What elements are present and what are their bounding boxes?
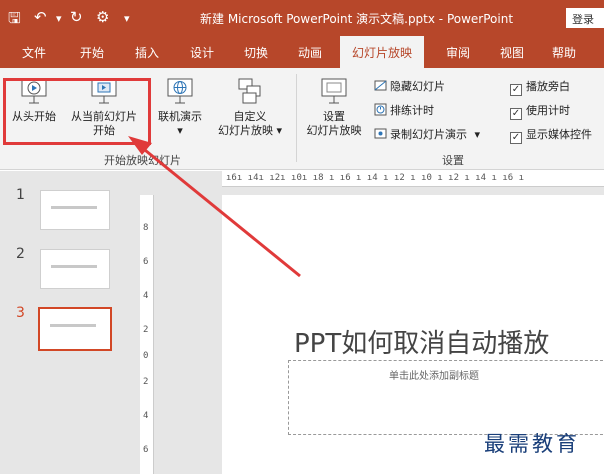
title-bar: 🖫 ↶ ▾ ↻ ⚙ ▾ 新建 Microsoft PowerPoint 演示文稿… bbox=[0, 0, 604, 36]
rehearse-timings-button[interactable]: 排练计时 bbox=[374, 102, 434, 118]
tab-home[interactable]: 开始 bbox=[80, 44, 104, 61]
thumbnail-text-line bbox=[51, 206, 97, 209]
tab-design[interactable]: 设计 bbox=[190, 44, 214, 61]
slide-title[interactable]: PPT如何取消自动播放 bbox=[294, 323, 549, 360]
present-online-label: 联机演示 bbox=[158, 110, 202, 123]
ribbon-tabs: 文件 开始 插入 设计 切换 动画 幻灯片放映 审阅 视图 帮助 bbox=[0, 36, 604, 68]
tab-file[interactable]: 文件 bbox=[22, 44, 46, 61]
play-narrations-checkbox[interactable]: ✓ 播放旁白 bbox=[510, 78, 570, 96]
thumbnail-number: 1 bbox=[16, 187, 25, 203]
record-icon bbox=[374, 128, 387, 139]
present-online-chevron: ▾ bbox=[177, 124, 183, 137]
tab-help[interactable]: 帮助 bbox=[552, 44, 576, 61]
thumbnail-number: 2 bbox=[16, 246, 25, 262]
subtitle-placeholder-text: 单击此处添加副标题 bbox=[389, 371, 479, 382]
tab-animations[interactable]: 动画 bbox=[298, 44, 322, 61]
custom-show-icon bbox=[238, 78, 261, 104]
watermark-logo: 最需教育 bbox=[484, 432, 580, 456]
undo-icon[interactable]: ↶ bbox=[34, 8, 47, 26]
slide-thumbnail-3[interactable] bbox=[38, 307, 112, 351]
custom-chevron: ▾ bbox=[276, 124, 283, 137]
more-icon[interactable]: ▾ bbox=[124, 12, 130, 25]
globe-projector-icon bbox=[167, 78, 193, 104]
record-chevron[interactable]: ▾ bbox=[475, 128, 481, 141]
highlight-annotation-box bbox=[3, 78, 151, 145]
signin-button[interactable]: 登录 bbox=[566, 8, 604, 28]
vertical-ruler: 8 6 4 2 0 2 4 6 bbox=[140, 195, 154, 474]
horizontal-ruler: ı6ı ı4ı ı2ı ı0ı ı8 ı ı6 ı ı4 ı ı2 ı ı0 ı… bbox=[222, 171, 604, 187]
ruler-tick: 4 bbox=[143, 411, 149, 421]
hide-slide-label: 隐藏幻灯片 bbox=[390, 80, 445, 93]
tab-insert[interactable]: 插入 bbox=[135, 44, 159, 61]
tab-review[interactable]: 审阅 bbox=[446, 44, 470, 61]
thumbnail-text-line bbox=[50, 324, 96, 327]
ruler-tick: 4 bbox=[143, 291, 149, 301]
setup-label-1: 设置 bbox=[323, 110, 345, 123]
ruler-tick: 6 bbox=[143, 445, 149, 455]
use-timings-checkbox[interactable]: ✓ 使用计时 bbox=[510, 102, 570, 120]
slide-thumbnail-1[interactable] bbox=[40, 190, 110, 230]
save-icon[interactable]: 🖫 bbox=[8, 8, 21, 33]
checkbox-checked-icon[interactable]: ✓ bbox=[510, 132, 522, 144]
present-online-button[interactable]: 联机演示 ▾ bbox=[152, 76, 208, 138]
customize-icon[interactable]: ⚙ bbox=[96, 8, 109, 26]
ruler-tick: 6 bbox=[143, 257, 149, 267]
ruler-tick: 8 bbox=[143, 223, 149, 233]
slide-thumbnail-pane: 1 2 3 bbox=[0, 171, 134, 474]
group-divider bbox=[296, 74, 297, 162]
group-label-start-show: 开始放映幻灯片 bbox=[104, 154, 181, 167]
checkbox-checked-icon[interactable]: ✓ bbox=[510, 108, 522, 120]
ruler-tick: 2 bbox=[143, 325, 149, 335]
show-media-controls-checkbox[interactable]: ✓ 显示媒体控件 bbox=[510, 126, 592, 144]
subtitle-placeholder-box[interactable]: 单击此处添加副标题 bbox=[288, 360, 604, 435]
thumbnail-text-line bbox=[51, 265, 97, 268]
ruler-tick: 2 bbox=[143, 377, 149, 387]
tab-slide-show[interactable]: 幻灯片放映 bbox=[340, 36, 425, 68]
use-timings-label: 使用计时 bbox=[526, 104, 570, 117]
tab-view[interactable]: 视图 bbox=[500, 44, 524, 61]
record-slide-show-button[interactable]: 录制幻灯片演示 ▾ bbox=[374, 126, 480, 142]
hide-slide-button[interactable]: 隐藏幻灯片 bbox=[374, 78, 445, 94]
ruler-tick: 0 bbox=[143, 351, 149, 361]
thumbnail-number: 3 bbox=[16, 305, 25, 321]
custom-label-2: 幻灯片放映 bbox=[217, 124, 273, 137]
show-media-controls-label: 显示媒体控件 bbox=[526, 128, 592, 141]
group-label-setup: 设置 bbox=[442, 154, 464, 167]
rehearse-label: 排练计时 bbox=[390, 104, 434, 117]
play-narrations-label: 播放旁白 bbox=[526, 80, 570, 93]
redo-icon[interactable]: ↻ bbox=[70, 8, 83, 26]
setup-label-2: 幻灯片放映 bbox=[306, 124, 362, 137]
clock-icon bbox=[374, 103, 387, 116]
undo-dropdown-icon[interactable]: ▾ bbox=[56, 12, 62, 25]
record-label: 录制幻灯片演示 bbox=[390, 128, 467, 141]
hide-slide-icon bbox=[374, 80, 387, 91]
custom-slide-show-button[interactable]: 自定义 幻灯片放映 ▾ bbox=[212, 76, 288, 138]
setup-projector-icon bbox=[321, 78, 347, 104]
window-title: 新建 Microsoft PowerPoint 演示文稿.pptx - Powe… bbox=[200, 12, 514, 26]
slide-thumbnail-2[interactable] bbox=[40, 249, 110, 289]
checkbox-checked-icon[interactable]: ✓ bbox=[510, 84, 522, 96]
tab-transitions[interactable]: 切换 bbox=[244, 44, 268, 61]
set-up-slide-show-button[interactable]: 设置 幻灯片放映 bbox=[300, 76, 368, 138]
custom-label-1: 自定义 bbox=[233, 110, 267, 123]
